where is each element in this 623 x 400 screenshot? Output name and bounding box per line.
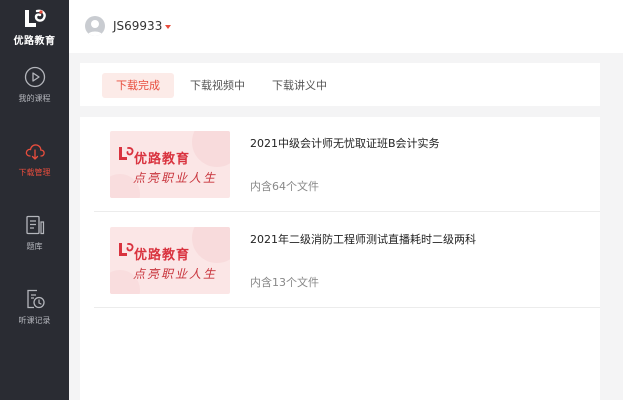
course-thumbnail: 优路教育 点亮职业人生 [110,227,230,294]
user-avatar[interactable] [85,16,105,36]
sidebar-item-label: 下载管理 [18,168,51,177]
thumbnail-brand: 优路教育 [134,152,191,167]
file-count: 内含64个文件 [250,180,319,193]
logo-text: 优路教育 [13,36,56,47]
tab-downloading-handout[interactable]: 下载讲义中 [258,73,341,98]
question-bank-icon [25,215,44,235]
thumbnail-decoration [192,131,230,167]
username[interactable]: JS69933 [113,19,162,33]
list-item[interactable]: 优路教育 点亮职业人生 2021年二级消防工程师测试直播耗时二级两科 内含13个… [94,213,600,308]
thumbnail-decoration [192,227,230,263]
course-list: 优路教育 点亮职业人生 2021中级会计师无忧取证班B会计实务 内含64个文件 … [80,117,600,400]
app-window: 优路教育 我的课程 下载管理 题库 听课记录 JS69933 下载完成 下载视频… [0,0,623,400]
tab-download-complete[interactable]: 下载完成 [102,73,174,98]
course-thumbnail: 优路教育 点亮职业人生 [110,131,230,198]
thumbnail-brand: 优路教育 [134,248,191,263]
sidebar-item-label: 听课记录 [18,316,51,325]
cloud-download-icon [25,144,45,160]
sidebar-item-label: 题库 [26,242,43,251]
thumbnail-slogan: 点亮职业人生 [133,171,218,185]
file-count: 内含13个文件 [250,276,319,289]
sidebar-item-download-manager[interactable]: 下载管理 [0,129,69,189]
history-icon [26,289,45,309]
download-tabs: 下载完成 下载视频中 下载讲义中 [80,63,600,106]
thumbnail-slogan: 点亮职业人生 [133,267,218,281]
top-header: JS69933 [69,0,623,53]
brand-mark-icon [119,243,134,256]
sidebar: 优路教育 我的课程 下载管理 题库 听课记录 [0,0,69,400]
sidebar-item-history[interactable]: 听课记录 [0,277,69,337]
user-silhouette-icon [87,20,103,36]
course-title: 2021年二级消防工程师测试直播耗时二级两科 [250,233,476,246]
logo: 优路教育 [0,0,69,55]
chevron-down-icon[interactable] [165,25,171,29]
list-item[interactable]: 优路教育 点亮职业人生 2021中级会计师无忧取证班B会计实务 内含64个文件 [94,117,600,212]
sidebar-item-my-courses[interactable]: 我的课程 [0,55,69,115]
play-circle-icon [24,66,45,88]
brand-mark-icon [119,147,134,160]
logo-mark-icon [24,9,46,27]
sidebar-item-question-bank[interactable]: 题库 [0,203,69,263]
tab-downloading-video[interactable]: 下载视频中 [176,73,259,98]
sidebar-item-label: 我的课程 [18,94,51,103]
course-title: 2021中级会计师无忧取证班B会计实务 [250,137,440,150]
